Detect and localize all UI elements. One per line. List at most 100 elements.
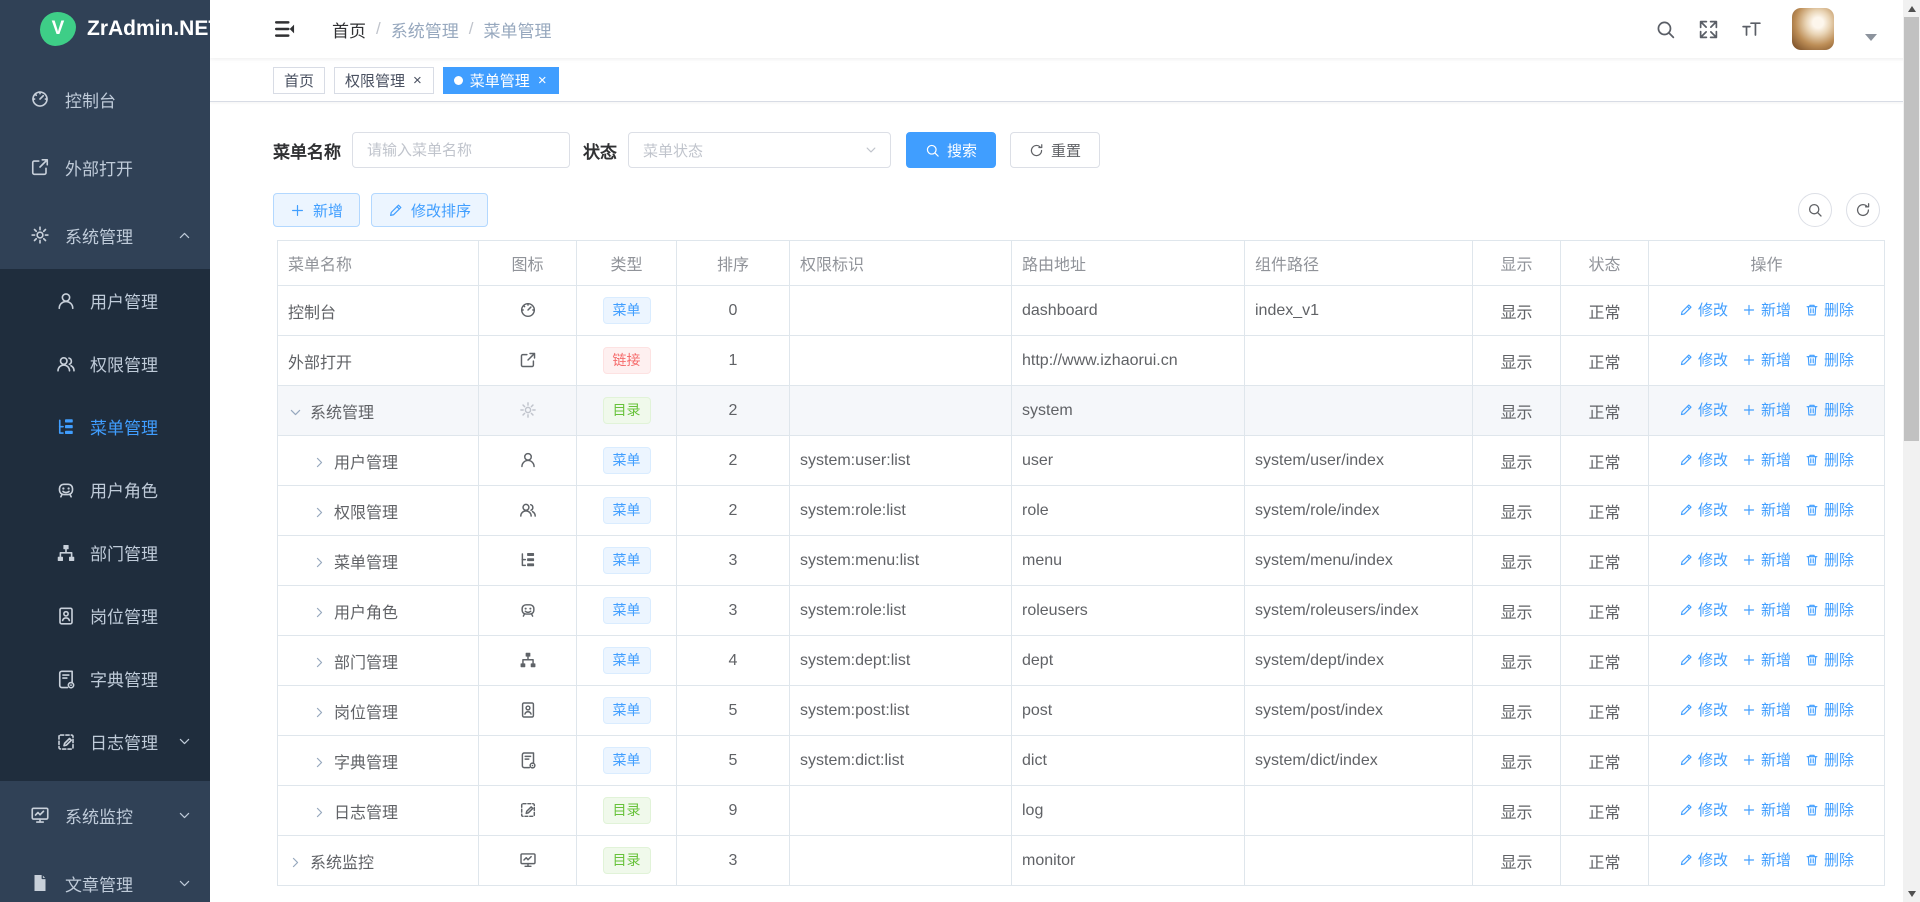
add-link[interactable]: 新增 [1742, 849, 1791, 870]
delete-link[interactable]: 删除 [1805, 599, 1854, 620]
chevron-right-icon[interactable] [312, 555, 327, 570]
delete-link[interactable]: 删除 [1805, 849, 1854, 870]
sidebar-item-menu-mgmt[interactable]: 菜单管理 [0, 395, 210, 458]
pencil-icon [1679, 853, 1693, 867]
tab-role[interactable]: 权限管理× [334, 67, 434, 94]
table-right-tools [1798, 193, 1880, 227]
sidebar-item-dept-mgmt[interactable]: 部门管理 [0, 521, 210, 584]
add-link[interactable]: 新增 [1742, 699, 1791, 720]
add-link[interactable]: 新增 [1742, 749, 1791, 770]
user-avatar[interactable] [1792, 8, 1834, 50]
scroll-up-button[interactable] [1903, 0, 1920, 17]
close-icon[interactable]: × [412, 73, 423, 88]
edit-link[interactable]: 修改 [1679, 699, 1728, 720]
edit-link[interactable]: 修改 [1679, 349, 1728, 370]
add-link[interactable]: 新增 [1742, 399, 1791, 420]
sidebar-item-dict-mgmt[interactable]: 字典管理 [0, 647, 210, 710]
monitor-icon [519, 851, 537, 869]
hamburger-icon[interactable] [274, 18, 296, 40]
sidebar-item-role-mgmt[interactable]: 权限管理 [0, 332, 210, 395]
caret-down-icon[interactable] [1865, 34, 1877, 41]
delete-link[interactable]: 删除 [1805, 799, 1854, 820]
chevron-right-icon[interactable] [288, 855, 303, 870]
add-link[interactable]: 新增 [1742, 799, 1791, 820]
chevron-right-icon[interactable] [312, 655, 327, 670]
chevron-right-icon[interactable] [312, 805, 327, 820]
add-button[interactable]: 新增 [273, 193, 360, 227]
plus-icon [1742, 603, 1756, 617]
add-link[interactable]: 新增 [1742, 349, 1791, 370]
delete-link[interactable]: 删除 [1805, 699, 1854, 720]
chevron-right-icon[interactable] [312, 505, 327, 520]
search-button[interactable]: 搜索 [906, 132, 996, 168]
menu-sort-cell: 0 [677, 286, 790, 336]
sidebar-item-article-mgmt[interactable]: 文章管理 [0, 849, 210, 902]
font-size-icon[interactable] [1741, 19, 1762, 40]
trash-icon [1805, 853, 1819, 867]
menu-visible-cell: 显示 [1473, 786, 1561, 836]
chevron-right-icon[interactable] [312, 705, 327, 720]
type-tag: 菜单 [603, 547, 651, 574]
scrollbar-thumb[interactable] [1904, 17, 1919, 441]
sidebar-item-external-open[interactable]: 外部打开 [0, 133, 210, 201]
sidebar-item-console[interactable]: 控制台 [0, 65, 210, 133]
logo[interactable]: V ZrAdmin.NET [0, 0, 210, 57]
chevron-down-icon[interactable] [288, 405, 303, 420]
add-link[interactable]: 新增 [1742, 499, 1791, 520]
edit-link[interactable]: 修改 [1679, 599, 1728, 620]
close-icon[interactable]: × [537, 73, 548, 88]
user-icon [56, 291, 76, 311]
edit-link[interactable]: 修改 [1679, 449, 1728, 470]
edit-link[interactable]: 修改 [1679, 849, 1728, 870]
reset-button[interactable]: 重置 [1010, 132, 1100, 168]
tab-menu[interactable]: 菜单管理× [443, 67, 559, 94]
add-link[interactable]: 新增 [1742, 649, 1791, 670]
dashboard-icon [519, 301, 537, 319]
delete-link[interactable]: 删除 [1805, 299, 1854, 320]
delete-link[interactable]: 删除 [1805, 649, 1854, 670]
delete-link[interactable]: 删除 [1805, 549, 1854, 570]
edit-link[interactable]: 修改 [1679, 549, 1728, 570]
edit-link[interactable]: 修改 [1679, 649, 1728, 670]
operations-cell: 修改新增删除 [1649, 286, 1885, 336]
search-icon[interactable] [1655, 19, 1676, 40]
reorder-button[interactable]: 修改排序 [371, 193, 488, 227]
breadcrumb-item-0[interactable]: 首页 [332, 17, 366, 42]
sidebar-item-sys-monitor[interactable]: 系统监控 [0, 781, 210, 849]
menu-status-cell: 正常 [1561, 536, 1649, 586]
edit-link[interactable]: 修改 [1679, 749, 1728, 770]
table-row-log-mgmt: 日志管理目录9log显示正常修改新增删除 [278, 786, 1885, 836]
edit-link[interactable]: 修改 [1679, 399, 1728, 420]
add-link[interactable]: 新增 [1742, 549, 1791, 570]
external-link-icon [30, 157, 50, 177]
status-select[interactable]: 菜单状态 [628, 132, 891, 168]
delete-link[interactable]: 删除 [1805, 399, 1854, 420]
refresh-table-button[interactable] [1846, 193, 1880, 227]
fullscreen-icon[interactable] [1698, 19, 1719, 40]
menu-visible-cell: 显示 [1473, 336, 1561, 386]
chevron-right-icon[interactable] [312, 605, 327, 620]
menu-component-cell [1245, 786, 1473, 836]
add-link[interactable]: 新增 [1742, 449, 1791, 470]
tab-home[interactable]: 首页 [273, 67, 325, 94]
delete-link[interactable]: 删除 [1805, 349, 1854, 370]
chevron-right-icon[interactable] [312, 455, 327, 470]
plus-icon [1742, 553, 1756, 567]
add-link[interactable]: 新增 [1742, 299, 1791, 320]
delete-link[interactable]: 删除 [1805, 499, 1854, 520]
delete-link[interactable]: 删除 [1805, 749, 1854, 770]
chevron-right-icon[interactable] [312, 755, 327, 770]
edit-link[interactable]: 修改 [1679, 299, 1728, 320]
sidebar-item-user-mgmt[interactable]: 用户管理 [0, 269, 210, 332]
add-link[interactable]: 新增 [1742, 599, 1791, 620]
sidebar-item-system-mgmt[interactable]: 系统管理 [0, 201, 210, 269]
edit-link[interactable]: 修改 [1679, 799, 1728, 820]
sidebar-item-user-role[interactable]: 用户角色 [0, 458, 210, 521]
sidebar-item-post-mgmt[interactable]: 岗位管理 [0, 584, 210, 647]
delete-link[interactable]: 删除 [1805, 449, 1854, 470]
scroll-down-button[interactable] [1903, 885, 1920, 902]
menu-name-input[interactable] [352, 132, 570, 168]
sidebar-item-log-mgmt[interactable]: 日志管理 [0, 710, 210, 773]
show-search-button[interactable] [1798, 193, 1832, 227]
edit-link[interactable]: 修改 [1679, 499, 1728, 520]
